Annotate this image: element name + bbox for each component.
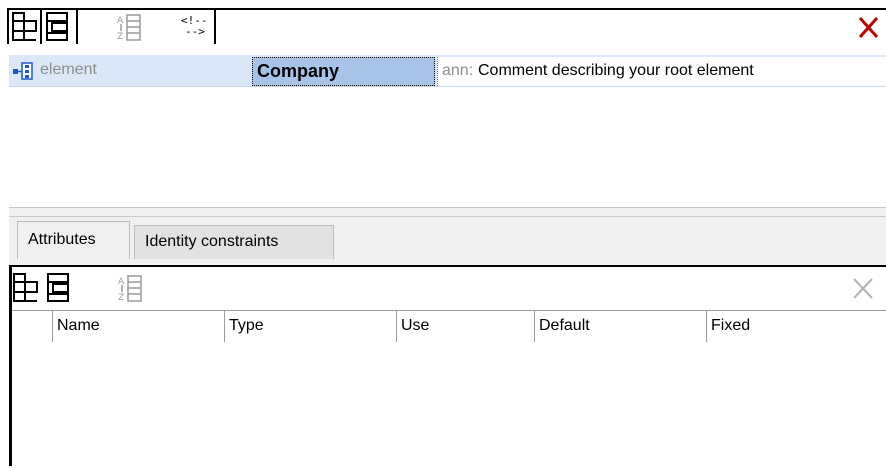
annotation-text: Comment describing your root element xyxy=(478,62,754,79)
element-kind-label: element xyxy=(40,61,97,78)
element-toolbar: A Z <!-- --> xyxy=(7,8,886,44)
sort-attributes-az-icon[interactable]: A Z xyxy=(117,273,145,304)
element-node-icon xyxy=(13,62,33,85)
sort-az-icon[interactable]: A Z xyxy=(116,12,144,43)
tab-identity-constraints-label: Identity constraints xyxy=(145,233,279,250)
annotation-field[interactable]: ann: Comment describing your root elemen… xyxy=(437,57,886,86)
comment-icon[interactable]: <!-- --> xyxy=(175,11,211,42)
annotation-prefix: ann: xyxy=(442,62,474,79)
element-row[interactable]: element Company ann: Comment describing … xyxy=(9,55,886,87)
append-element-icon[interactable] xyxy=(11,11,39,42)
element-name: Company xyxy=(257,61,340,81)
element-name-field[interactable]: Company xyxy=(252,57,435,86)
svg-text:-->: --> xyxy=(185,25,205,38)
svg-text:Z: Z xyxy=(118,293,124,303)
delete-attribute-icon[interactable] xyxy=(850,275,876,306)
column-header-default[interactable]: Default xyxy=(534,311,706,342)
tab-attributes-label: Attributes xyxy=(28,231,96,248)
column-header-fixed[interactable]: Fixed xyxy=(706,311,886,342)
tab-attributes[interactable]: Attributes xyxy=(17,221,130,259)
insert-element-icon[interactable] xyxy=(44,11,72,42)
attributes-panel: A Z Name Type Use Default Fixed xyxy=(9,265,886,468)
append-attribute-icon[interactable] xyxy=(12,272,40,303)
attributes-toolbar: A Z xyxy=(12,267,886,308)
column-header-type[interactable]: Type xyxy=(224,311,396,342)
svg-text:Z: Z xyxy=(117,32,123,42)
column-header-name[interactable]: Name xyxy=(52,311,224,342)
insert-attribute-icon[interactable] xyxy=(45,272,73,303)
tab-identity-constraints[interactable]: Identity constraints xyxy=(134,225,334,259)
column-header-use[interactable]: Use xyxy=(396,311,534,342)
attributes-grid-header: Name Type Use Default Fixed xyxy=(12,310,886,343)
attributes-grid-body[interactable] xyxy=(12,342,886,468)
delete-icon[interactable] xyxy=(856,13,882,44)
panel-splitter[interactable] xyxy=(9,207,886,217)
